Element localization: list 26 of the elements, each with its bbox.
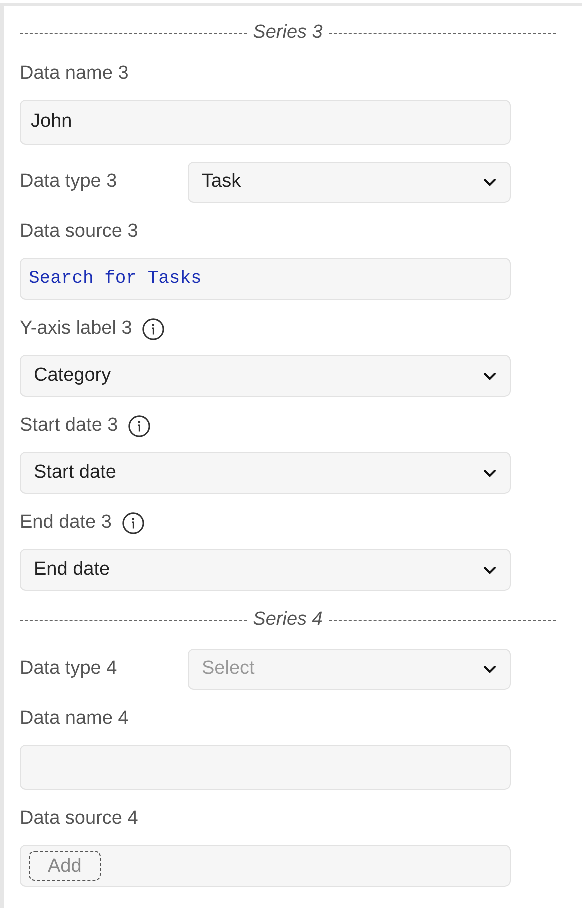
info-icon[interactable]	[122, 512, 145, 534]
text-field[interactable]: John	[20, 100, 511, 145]
chevron-down-icon	[483, 665, 497, 674]
text-field[interactable]	[20, 745, 511, 790]
field-label: Data type 3	[20, 170, 118, 194]
section-title: Series 4	[253, 608, 323, 632]
field-label: Y-axis label 3	[20, 316, 132, 341]
select-field[interactable]: Start date	[20, 452, 511, 494]
data-source-field[interactable]: Search for Tasks	[20, 258, 511, 300]
chevron-down-icon	[483, 178, 497, 187]
field-label: Start date 3	[20, 414, 118, 438]
select-field[interactable]: Category	[20, 355, 511, 397]
section-title: Series 3	[253, 20, 323, 45]
chevron-down-icon	[483, 468, 497, 478]
chevron-down-icon	[483, 566, 497, 574]
select-field[interactable]: Task	[188, 162, 511, 203]
info-icon[interactable]	[142, 318, 166, 340]
field-label: Data name 4	[20, 706, 129, 731]
field-label: Data type 4	[20, 657, 118, 682]
field-label: End date 3	[20, 510, 112, 535]
field-label: Data name 3	[20, 62, 129, 86]
field-label: Data source 3	[20, 220, 138, 244]
field-label: Data source 4	[20, 806, 138, 831]
select-field[interactable]: End date	[20, 549, 511, 591]
info-icon[interactable]	[128, 414, 152, 438]
chevron-down-icon	[483, 372, 497, 380]
